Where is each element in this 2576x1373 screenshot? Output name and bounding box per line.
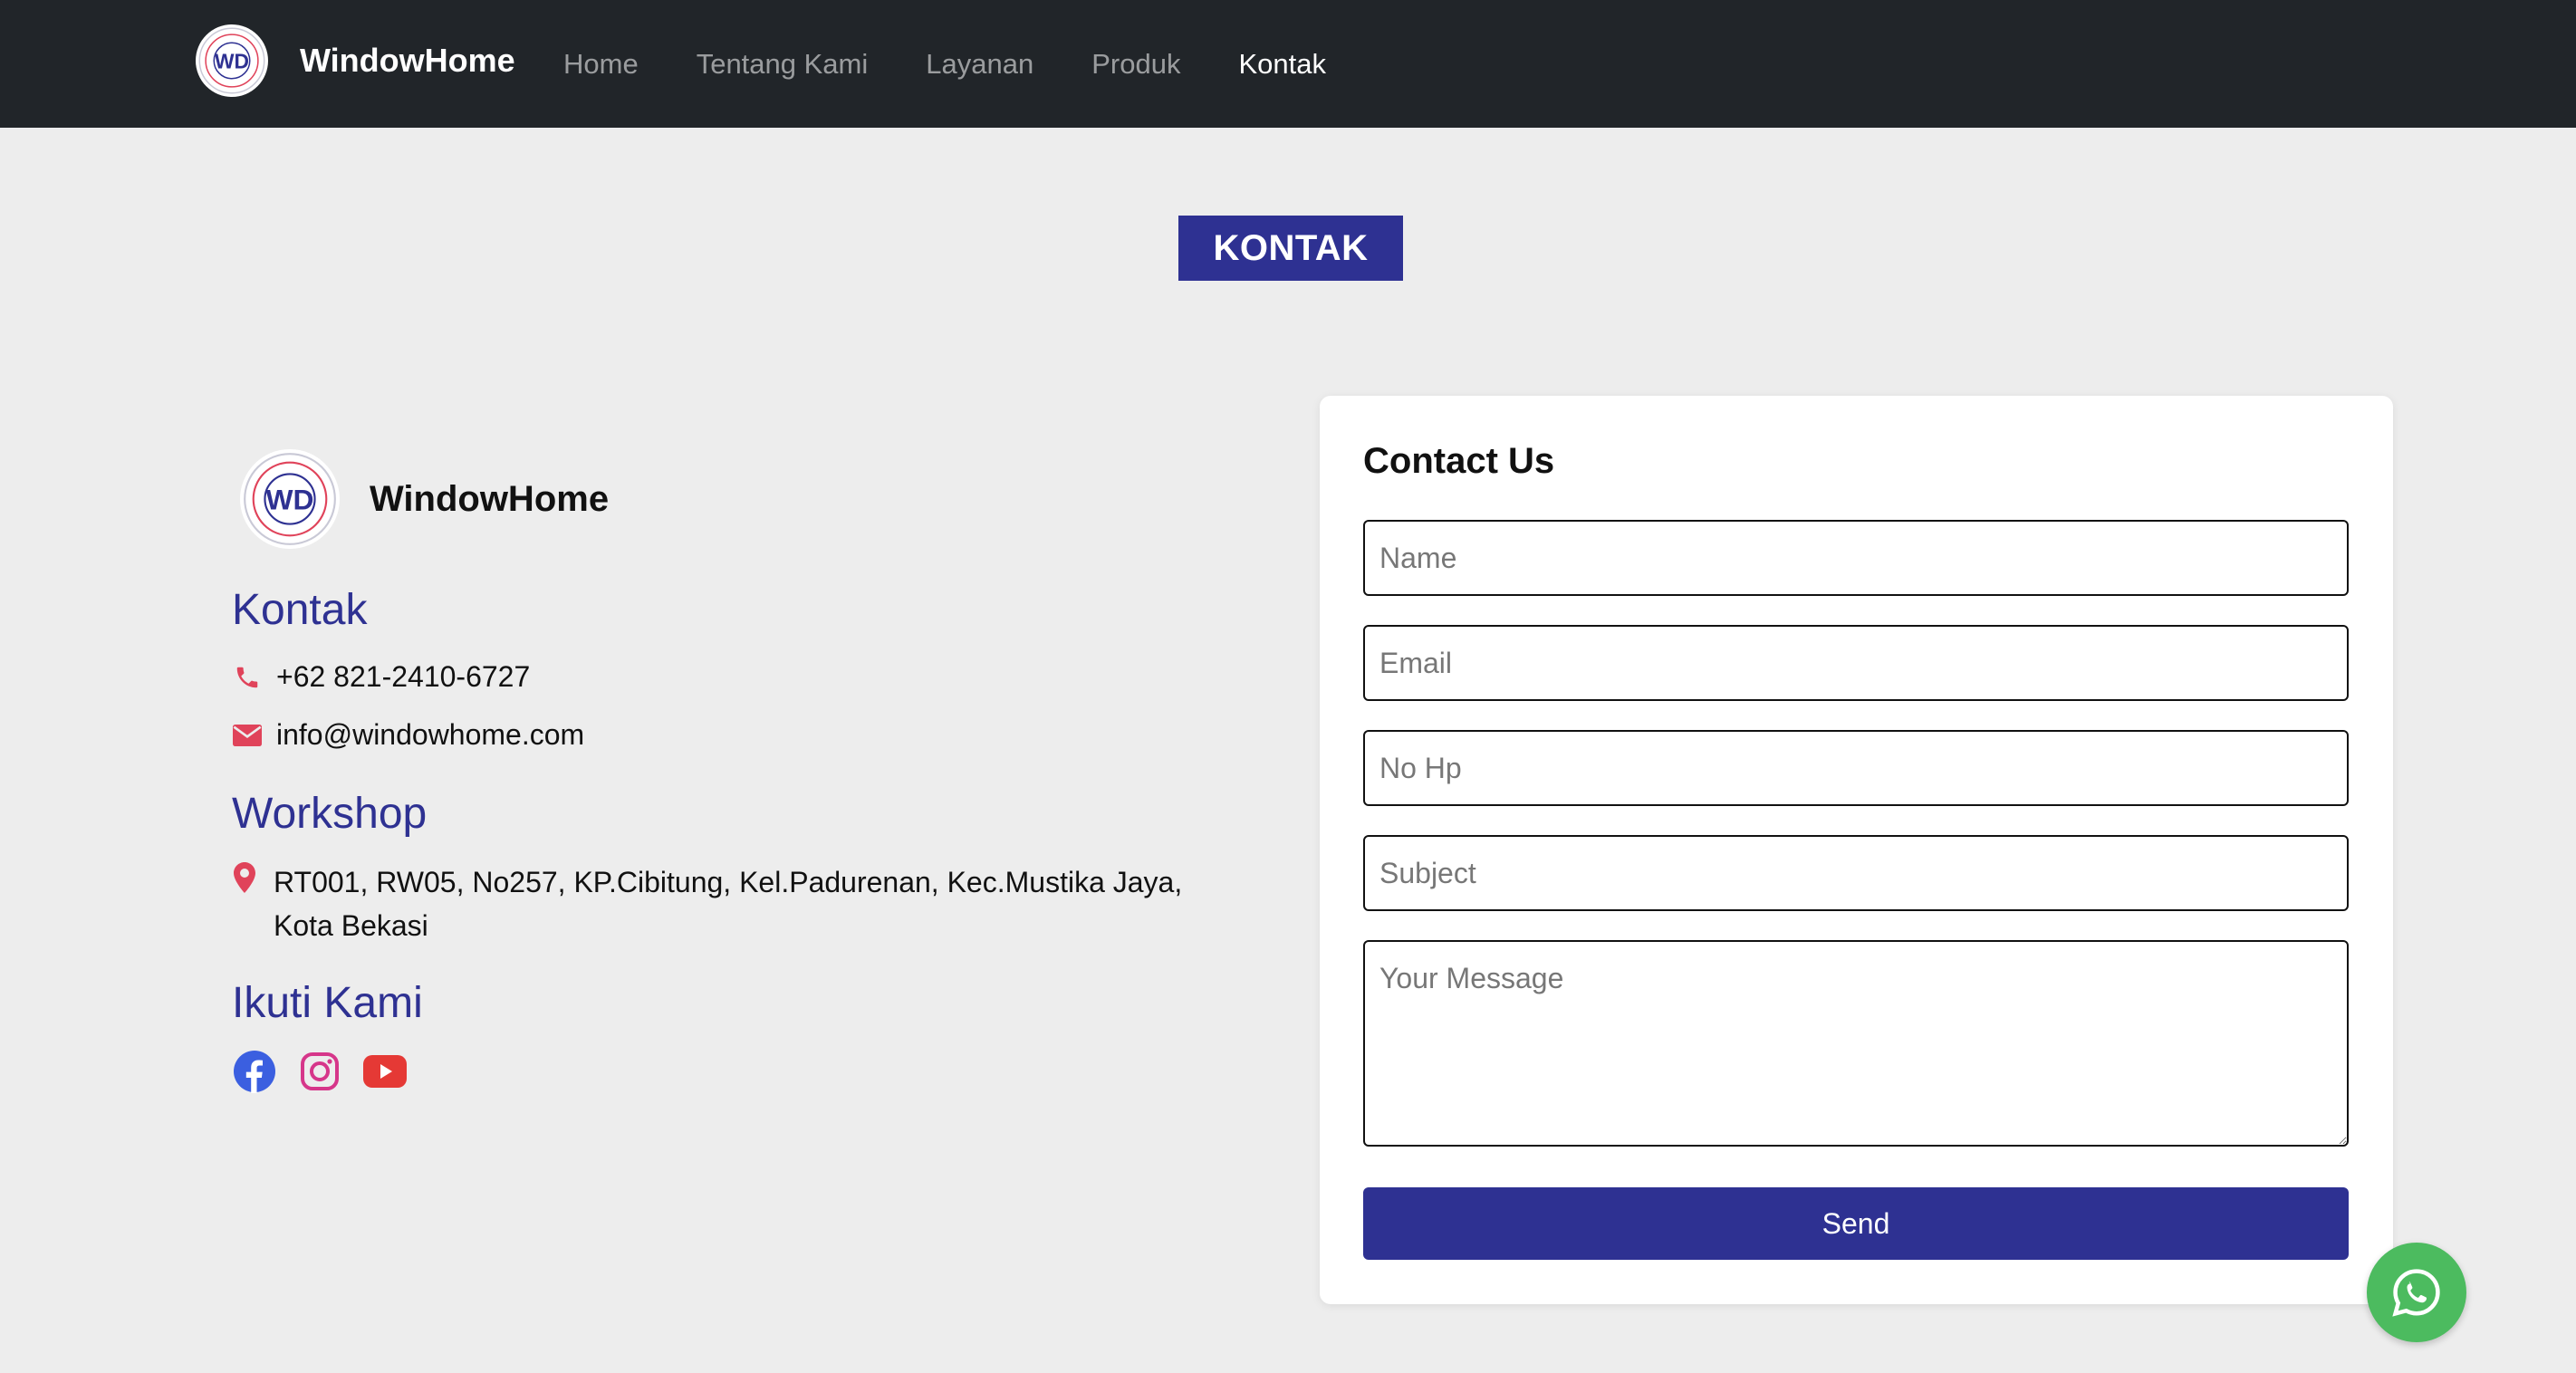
info-brand-row: WD WindowHome	[240, 449, 609, 549]
send-button[interactable]: Send	[1363, 1187, 2349, 1260]
nav-link-layanan[interactable]: Layanan	[926, 48, 1033, 81]
email-address[interactable]: info@windowhome.com	[276, 718, 584, 752]
phone-line: +62 821-2410-6727	[232, 660, 530, 694]
contact-form-title: Contact Us	[1363, 441, 1555, 481]
email-line: info@windowhome.com	[232, 718, 584, 752]
message-textarea[interactable]	[1363, 940, 2349, 1147]
nav-link-tentang-kami[interactable]: Tentang Kami	[697, 48, 869, 81]
whatsapp-button[interactable]	[2367, 1243, 2466, 1342]
address-text: RT001, RW05, No257, KP.Cibitung, Kel.Pad…	[274, 866, 1183, 942]
youtube-icon[interactable]	[362, 1049, 408, 1094]
social-links	[232, 1049, 428, 1094]
email-input[interactable]	[1363, 625, 2349, 701]
kontak-heading: Kontak	[232, 586, 368, 634]
navbar-brand[interactable]: WD WindowHome	[196, 24, 515, 97]
company-logo: WD	[240, 449, 340, 549]
subject-input[interactable]	[1363, 835, 2349, 911]
facebook-icon[interactable]	[232, 1049, 277, 1094]
map-pin-icon	[232, 860, 257, 893]
nav-link-home[interactable]: Home	[563, 48, 639, 81]
phone-icon	[232, 664, 263, 691]
info-brand-name: WindowHome	[370, 478, 610, 519]
brand-logo: WD	[196, 24, 268, 97]
nav-link-produk[interactable]: Produk	[1091, 48, 1180, 81]
nav-link-kontak[interactable]: Kontak	[1238, 48, 1326, 81]
envelope-icon	[232, 724, 263, 747]
phone-input[interactable]	[1363, 730, 2349, 806]
address-line: RT001, RW05, No257, KP.Cibitung, Kel.Pad…	[232, 860, 1270, 947]
follow-heading: Ikuti Kami	[232, 979, 423, 1027]
whatsapp-icon	[2392, 1269, 2440, 1317]
phone-number[interactable]: +62 821-2410-6727	[276, 660, 530, 694]
name-input[interactable]	[1363, 520, 2349, 596]
brand-name: WindowHome	[300, 42, 515, 79]
svg-text:WD: WD	[266, 484, 314, 516]
page-title: KONTAK	[1178, 216, 1403, 281]
svg-text:WD: WD	[215, 49, 249, 72]
navbar: WD WindowHome Home Tentang Kami Layanan …	[0, 0, 2576, 128]
nav-links: Home Tentang Kami Layanan Produk Kontak	[563, 0, 1384, 128]
instagram-icon[interactable]	[297, 1049, 342, 1094]
contact-form-card: Contact Us Send	[1320, 396, 2393, 1304]
workshop-heading: Workshop	[232, 790, 428, 838]
